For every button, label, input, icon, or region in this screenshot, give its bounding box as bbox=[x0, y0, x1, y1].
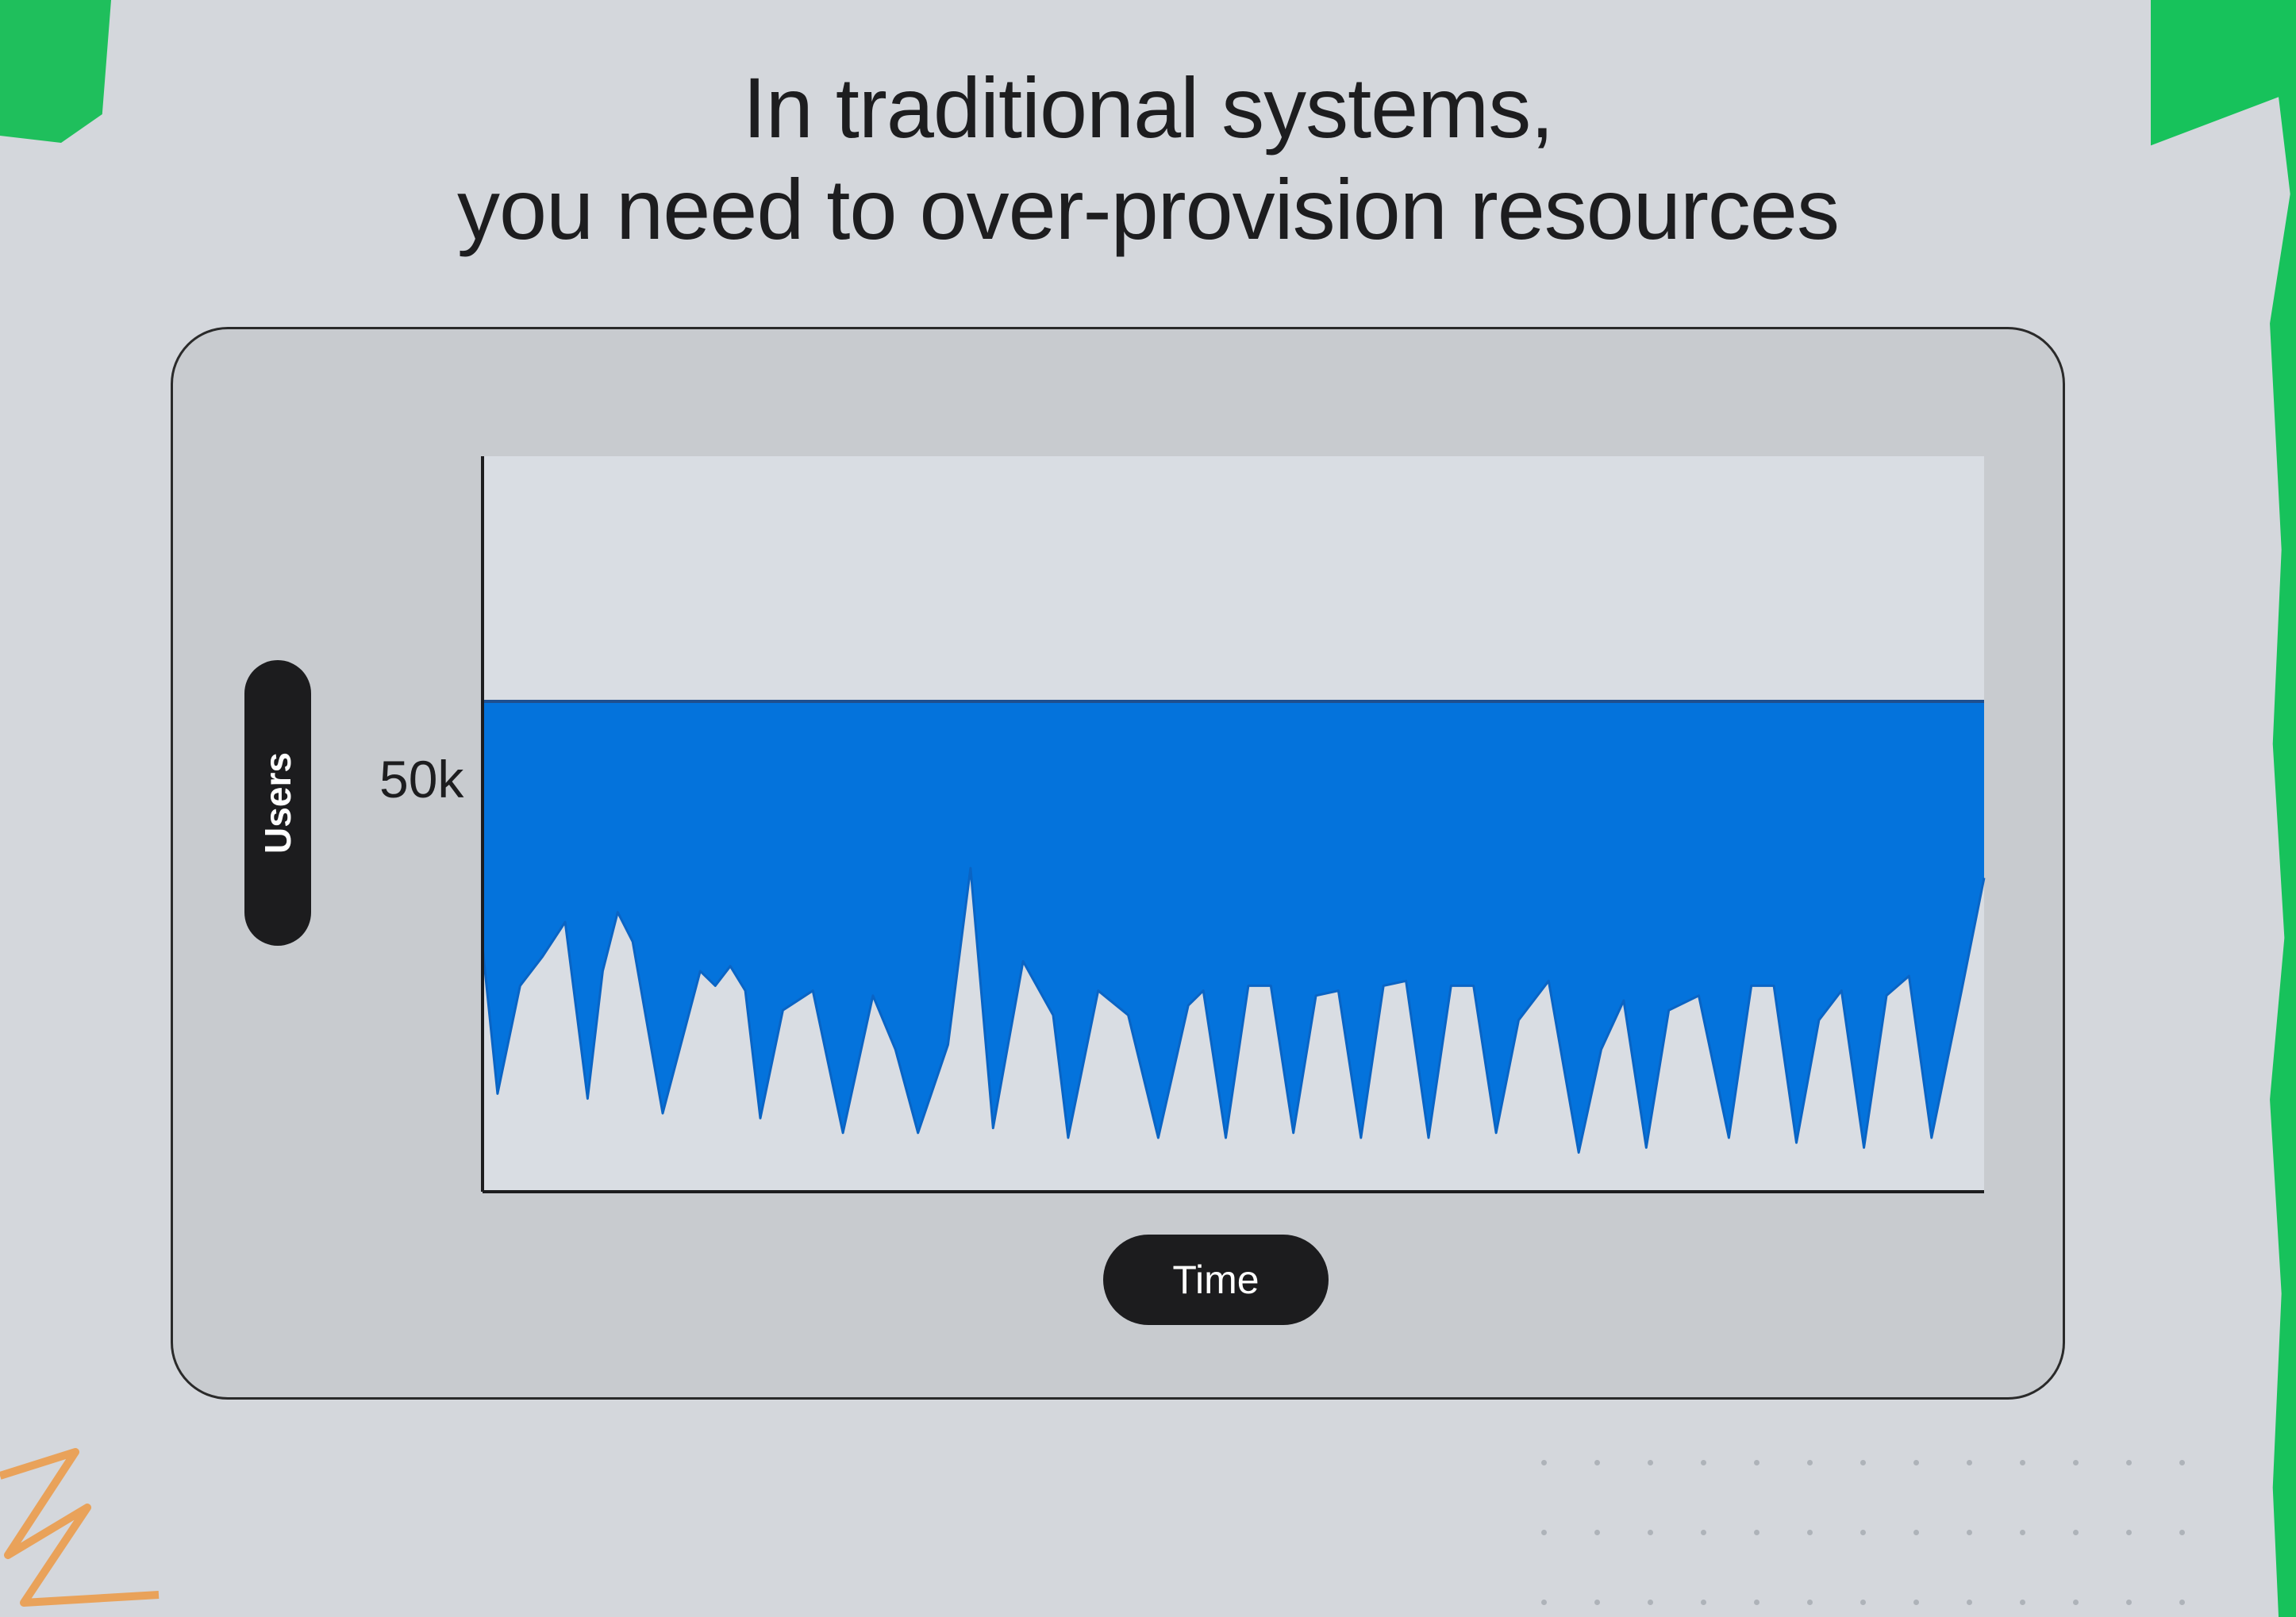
grid-dot bbox=[1701, 1530, 1706, 1535]
grid-dot bbox=[1648, 1460, 1653, 1465]
grid-dot bbox=[1860, 1460, 1866, 1465]
grid-dot bbox=[1701, 1600, 1706, 1605]
grid-dot bbox=[2126, 1530, 2132, 1535]
grid-dot bbox=[1860, 1530, 1866, 1535]
grid-dot bbox=[1967, 1600, 1972, 1605]
grid-dot bbox=[2179, 1600, 2185, 1605]
grid-dot bbox=[1594, 1600, 1600, 1605]
orange-scribble-decoration bbox=[0, 1448, 160, 1607]
grid-dot bbox=[1807, 1530, 1813, 1535]
grid-dot bbox=[1648, 1600, 1653, 1605]
grid-dot bbox=[1860, 1600, 1866, 1605]
grid-dot bbox=[1594, 1530, 1600, 1535]
grid-dot bbox=[1967, 1460, 1972, 1465]
grid-dot bbox=[2126, 1460, 2132, 1465]
grid-dot bbox=[1754, 1530, 1759, 1535]
slide: In traditional systems, you need to over… bbox=[0, 0, 2296, 1617]
grid-dot bbox=[2020, 1460, 2025, 1465]
x-axis-label: Time bbox=[1172, 1258, 1260, 1302]
y-axis-label-pill: Users bbox=[244, 660, 311, 946]
grid-dot bbox=[1541, 1530, 1547, 1535]
grid-dot bbox=[1541, 1460, 1547, 1465]
grid-dot bbox=[1913, 1600, 1919, 1605]
grid-dot bbox=[1754, 1460, 1759, 1465]
x-axis-label-pill: Time bbox=[1103, 1235, 1329, 1325]
chart bbox=[481, 456, 1986, 1193]
grid-dot bbox=[2073, 1530, 2079, 1535]
grid-dot bbox=[1807, 1600, 1813, 1605]
grid-dot bbox=[2020, 1600, 2025, 1605]
grid-dot bbox=[1807, 1460, 1813, 1465]
grid-dot bbox=[2073, 1460, 2079, 1465]
grid-dot bbox=[1701, 1460, 1706, 1465]
grid-dot bbox=[1594, 1460, 1600, 1465]
grid-dot bbox=[1913, 1460, 1919, 1465]
grid-dot bbox=[1754, 1600, 1759, 1605]
grid-dot bbox=[1541, 1600, 1547, 1605]
grid-dot bbox=[2179, 1530, 2185, 1535]
y-axis-label: Users bbox=[257, 752, 298, 854]
grid-dot bbox=[1913, 1530, 1919, 1535]
grid-dot bbox=[1967, 1530, 1972, 1535]
grid-dot bbox=[2073, 1600, 2079, 1605]
grid-dot bbox=[2126, 1600, 2132, 1605]
grid-dot bbox=[2020, 1530, 2025, 1535]
grid-dot bbox=[1648, 1530, 1653, 1535]
y-tick-label: 50k bbox=[379, 750, 464, 808]
grid-dot bbox=[2179, 1460, 2185, 1465]
